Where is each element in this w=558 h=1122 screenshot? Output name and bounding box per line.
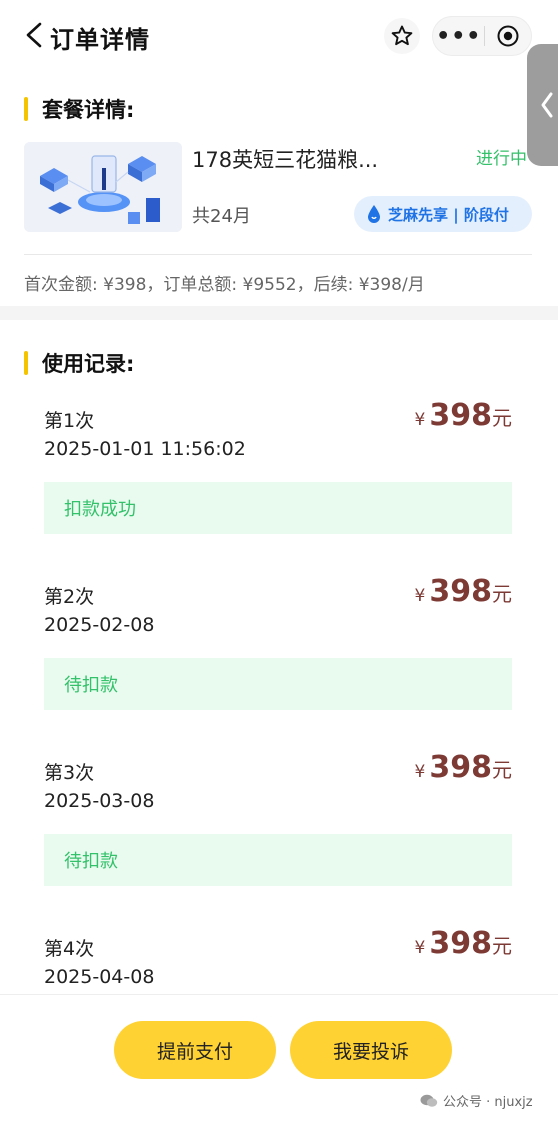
record-number: 第3次 (44, 762, 95, 784)
chevron-left-icon (541, 92, 553, 118)
amount-value: 398 (429, 750, 492, 785)
record-amount: ¥ 398 元 (415, 398, 512, 433)
zhima-badge-label: 芝麻先享 | 阶段付 (388, 205, 509, 224)
record-status-bar: 扣款成功 (44, 482, 512, 534)
page-title: 订单详情 (50, 26, 150, 54)
record-date: 2025-04-08 (44, 966, 155, 988)
prepay-button[interactable]: 提前支付 (114, 1021, 276, 1079)
target-circle-icon (497, 25, 519, 47)
record-item: 第1次 2025-01-01 11:56:02 ¥ 398 元 扣款成功 (0, 398, 558, 566)
watermark-text: 公众号 · njuxjz (443, 1095, 533, 1110)
record-number: 第1次 (44, 410, 95, 432)
record-date: 2025-01-01 11:56:02 (44, 438, 246, 460)
amount-value: 398 (429, 574, 492, 609)
order-detail-page: 订单详情 ••• 套餐详情: 178英短三花猫粮... 进行中 共24月 芝麻先… (0, 0, 558, 1122)
more-dots-icon: ••• (436, 23, 482, 49)
currency-symbol: ¥ (414, 586, 426, 606)
bottom-action-bar: 提前支付 我要投诉 公众号 · njuxjz (0, 994, 558, 1122)
mini-program-capsule: ••• (432, 16, 532, 56)
amount-value: 398 (429, 398, 492, 433)
record-amount: ¥ 398 元 (415, 926, 512, 961)
favorite-star-button[interactable] (384, 18, 420, 54)
records-section-title: 使用记录: (42, 352, 135, 376)
record-date: 2025-03-08 (44, 790, 155, 812)
complain-button[interactable]: 我要投诉 (290, 1021, 452, 1079)
package-thumbnail (24, 142, 182, 232)
amount-unit: 元 (492, 934, 512, 958)
section-accent-bar (24, 351, 28, 375)
package-name: 178英短三花猫粮... (192, 148, 379, 172)
amount-value: 398 (429, 926, 492, 961)
currency-symbol: ¥ (414, 938, 426, 958)
watermark: 公众号 · njuxjz (420, 1091, 533, 1110)
record-number: 第4次 (44, 938, 95, 960)
record-amount: ¥ 398 元 (415, 750, 512, 785)
currency-symbol: ¥ (414, 762, 426, 782)
package-status-badge: 进行中 (476, 149, 527, 169)
package-section-title: 套餐详情: (42, 98, 135, 122)
star-icon (391, 25, 413, 46)
zhima-payment-badge: 芝麻先享 | 阶段付 (354, 196, 532, 232)
record-status-bar: 待扣款 (44, 658, 512, 710)
back-arrow-icon[interactable] (22, 20, 48, 50)
record-item: 第2次 2025-02-08 ¥ 398 元 待扣款 (0, 574, 558, 742)
record-item: 第4次 2025-04-08 ¥ 398 元 (0, 926, 558, 994)
section-gap (0, 306, 558, 320)
wechat-icon (420, 1094, 438, 1107)
close-mini-program-button[interactable] (485, 16, 531, 56)
record-number: 第2次 (44, 586, 95, 608)
section-accent-bar (24, 97, 28, 121)
nav-bar: 订单详情 ••• (0, 0, 558, 72)
amount-unit: 元 (492, 758, 512, 782)
record-item: 第3次 2025-03-08 ¥ 398 元 待扣款 (0, 750, 558, 918)
amount-unit: 元 (492, 406, 512, 430)
records-section-header: 使用记录: (24, 348, 134, 378)
record-status-bar: 待扣款 (44, 834, 512, 886)
currency-symbol: ¥ (414, 410, 426, 430)
package-section-header: 套餐详情: (24, 94, 134, 124)
record-date: 2025-02-08 (44, 614, 155, 636)
package-period: 共24月 (192, 206, 251, 227)
more-menu-button[interactable]: ••• (433, 16, 484, 56)
floating-side-tab[interactable] (527, 44, 558, 166)
package-divider (24, 254, 532, 255)
isometric-city-illustration (24, 142, 182, 232)
amount-unit: 元 (492, 582, 512, 606)
record-amount: ¥ 398 元 (415, 574, 512, 609)
zhima-drop-icon (368, 205, 380, 223)
amount-summary: 首次金额: ¥398，订单总额: ¥9552，后续: ¥398/月 (24, 275, 425, 295)
